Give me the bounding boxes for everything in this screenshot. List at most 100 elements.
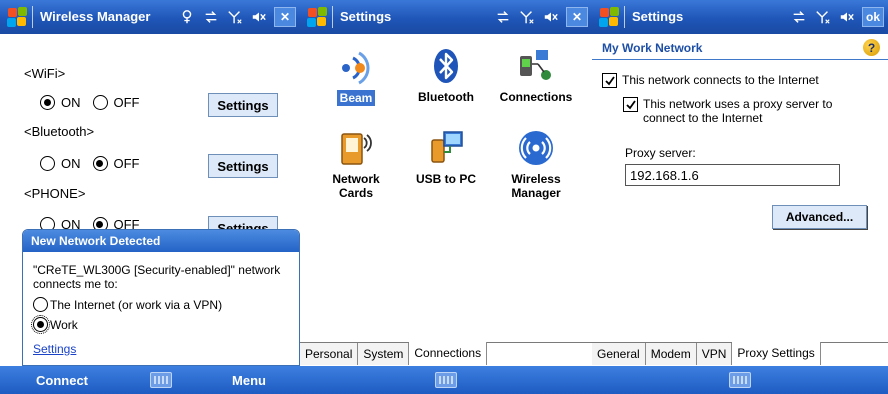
signal-off-icon[interactable] — [226, 8, 244, 26]
bluetooth-icon — [426, 46, 466, 86]
tab-personal[interactable]: Personal — [300, 343, 359, 365]
usb-to-pc-label: USB to PC — [416, 172, 476, 186]
keyboard-icon[interactable] — [150, 372, 172, 388]
title-bar: Wireless Manager ✕ — [0, 0, 300, 34]
new-network-popup: New Network Detected "CReTE_WL300G [Secu… — [22, 229, 300, 366]
beam-label: Beam — [336, 90, 376, 106]
page-header: My Work Network ? — [592, 34, 888, 60]
network-cards-item[interactable]: Network Cards — [312, 128, 400, 200]
popup-title: New Network Detected — [23, 230, 299, 252]
volume-mute-icon[interactable] — [542, 8, 560, 26]
connectivity-icon[interactable] — [202, 8, 220, 26]
bluetooth-on-radio[interactable] — [40, 156, 55, 171]
title-bar: Settings ok — [592, 0, 888, 34]
keyboard-icon[interactable] — [435, 372, 457, 388]
notification-icon[interactable] — [178, 8, 196, 26]
bluetooth-settings-button[interactable]: Settings — [208, 154, 278, 178]
start-menu-icon[interactable] — [306, 6, 328, 28]
network-cards-label-line2: Cards — [338, 186, 373, 200]
internet-option[interactable]: The Internet (or work via a VPN) — [33, 297, 222, 312]
bluetooth-item[interactable]: Bluetooth — [402, 46, 490, 104]
window-title: Settings — [632, 9, 684, 24]
window-title: Wireless Manager — [40, 9, 151, 24]
work-option-radio[interactable] — [31, 315, 50, 334]
tab-strip: Personal System Connections — [300, 342, 592, 366]
start-menu-icon[interactable] — [598, 6, 620, 28]
network-cards-label-line1: Network — [332, 172, 380, 186]
settings-connections-screen: Settings ✕ Beam Bluetooth Connections Ne… — [300, 0, 592, 394]
wifi-off-label: OFF — [113, 95, 140, 110]
tab-connections[interactable]: Connections — [409, 342, 488, 365]
wifi-on-radio[interactable] — [40, 95, 55, 110]
popup-message: "CReTE_WL300G [Security-enabled]" networ… — [33, 263, 281, 291]
work-option[interactable]: Work — [31, 315, 78, 334]
wireless-manager-icon — [516, 128, 556, 168]
bluetooth-label: Bluetooth — [418, 90, 474, 104]
menu-softkey[interactable]: Menu — [232, 373, 266, 388]
tab-strip: General Modem VPN Proxy Settings — [592, 342, 888, 366]
help-icon[interactable]: ? — [863, 39, 880, 56]
tab-vpn[interactable]: VPN — [696, 343, 733, 365]
wifi-on-label: ON — [61, 95, 81, 110]
usb-to-pc-icon — [426, 128, 466, 168]
wifi-settings-button[interactable]: Settings — [208, 93, 278, 117]
ok-button[interactable]: ok — [862, 7, 884, 27]
tab-strip-filler — [821, 343, 888, 366]
connections-label: Connections — [499, 90, 573, 104]
title-separator — [32, 6, 33, 28]
close-icon[interactable]: ✕ — [274, 7, 296, 27]
signal-off-icon[interactable] — [814, 8, 832, 26]
wifi-radio-group: ON OFF — [40, 95, 152, 110]
page-title: My Work Network — [602, 41, 703, 55]
connectivity-icon[interactable] — [790, 8, 808, 26]
bluetooth-on-label: ON — [61, 156, 81, 171]
tab-modem[interactable]: Modem — [645, 343, 697, 365]
start-menu-icon[interactable] — [6, 6, 28, 28]
internet-option-radio[interactable] — [33, 297, 48, 312]
wireless-manager-label-line2: Manager — [511, 186, 561, 200]
softkey-bar — [300, 366, 592, 394]
wireless-manager-item[interactable]: Wireless Manager — [492, 128, 580, 200]
proxy-checkbox-row[interactable]: This network uses a proxy server to conn… — [623, 97, 868, 125]
tab-proxy-settings[interactable]: Proxy Settings — [732, 342, 821, 365]
phone-label: <PHONE> — [24, 186, 86, 201]
signal-off-icon[interactable] — [518, 8, 536, 26]
connections-icon — [516, 46, 556, 86]
tab-system[interactable]: System — [358, 343, 410, 365]
wireless-manager-label-line1: Wireless — [511, 172, 561, 186]
tab-general[interactable]: General — [592, 343, 646, 365]
title-separator — [624, 6, 625, 28]
beam-icon — [336, 46, 376, 86]
proxy-server-label: Proxy server: — [625, 146, 696, 160]
keyboard-icon[interactable] — [729, 372, 751, 388]
wireless-manager-screen: Wireless Manager ✕ <WiFi> ON OFF Setting… — [0, 0, 300, 394]
volume-mute-icon[interactable] — [838, 8, 856, 26]
proxy-checkbox[interactable] — [623, 97, 638, 112]
usb-to-pc-item[interactable]: USB to PC — [402, 128, 490, 186]
bluetooth-label: <Bluetooth> — [24, 124, 95, 139]
network-cards-icon — [336, 128, 376, 168]
internet-checkbox[interactable] — [602, 73, 617, 88]
connectivity-icon[interactable] — [494, 8, 512, 26]
popup-settings-link[interactable]: Settings — [33, 342, 76, 356]
work-option-label: Work — [50, 317, 78, 332]
volume-mute-icon[interactable] — [250, 8, 268, 26]
bluetooth-off-radio[interactable] — [92, 156, 108, 171]
internet-checkbox-row[interactable]: This network connects to the Internet — [602, 73, 882, 88]
softkey-bar: Connect Menu — [0, 366, 300, 394]
close-icon[interactable]: ✕ — [566, 7, 588, 27]
title-bar: Settings ✕ — [300, 0, 592, 34]
window-title: Settings — [340, 9, 392, 24]
advanced-button[interactable]: Advanced... — [772, 205, 867, 229]
wifi-off-radio[interactable] — [92, 95, 108, 110]
connections-item[interactable]: Connections — [492, 46, 580, 104]
bluetooth-off-label: OFF — [113, 156, 140, 171]
bluetooth-radio-group: ON OFF — [40, 156, 152, 171]
beam-item[interactable]: Beam — [312, 46, 400, 106]
proxy-server-input[interactable]: 192.168.1.6 — [625, 164, 840, 186]
proxy-checkbox-label: This network uses a proxy server to conn… — [643, 97, 833, 125]
softkey-bar — [592, 366, 888, 394]
internet-checkbox-label: This network connects to the Internet — [622, 73, 819, 87]
connect-softkey[interactable]: Connect — [36, 373, 88, 388]
wifi-label: <WiFi> — [24, 66, 66, 81]
